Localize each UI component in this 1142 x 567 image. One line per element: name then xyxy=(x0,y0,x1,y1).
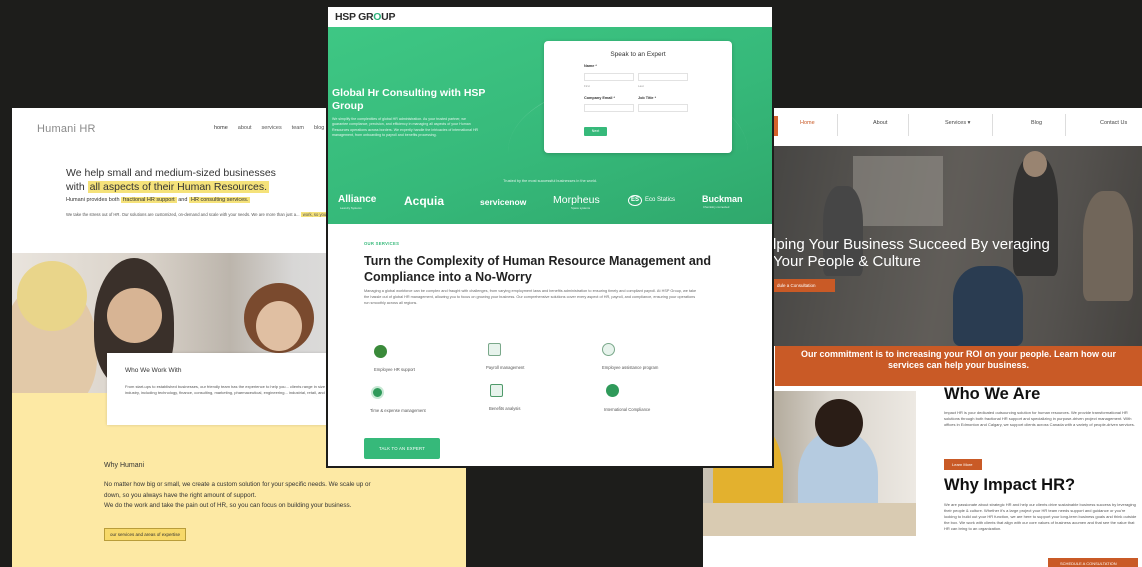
benefits-icon xyxy=(490,384,503,397)
photo-woman-curly-hair xyxy=(815,399,863,447)
hsp-services-heading: Turn the Complexity of Human Resource Ma… xyxy=(364,254,712,284)
impact-hero-title: lping Your Business Succeed By veraging … xyxy=(773,236,1050,270)
service-payroll-management: Payroll management xyxy=(486,365,525,370)
service-employee-hr-support: Employee HR support xyxy=(374,367,415,372)
humani-nav-services[interactable]: services xyxy=(262,125,282,131)
hsp-job-label: Job Title * xyxy=(638,96,657,100)
impact-nav-contact[interactable]: Contact Us xyxy=(1100,120,1127,126)
time-expense-icon xyxy=(371,386,384,399)
humani-headline-line1: We help small and medium-sized businesse… xyxy=(66,167,276,179)
nav-divider xyxy=(1065,114,1066,136)
impact-nav-blog[interactable]: Blog xyxy=(1031,120,1042,126)
service-international-compliance: International Compliance xyxy=(604,407,651,412)
hsp-form-next-button[interactable]: Next xyxy=(584,127,607,136)
humani-nav-team[interactable]: team xyxy=(292,125,304,131)
hsp-email-label: Company Email * xyxy=(584,96,616,100)
hsp-name-label: Name * xyxy=(584,64,597,68)
assistance-icon xyxy=(602,343,615,356)
impact-who-title: Who We Are xyxy=(944,385,1041,403)
logo-alliance-sub: Laundry Systems xyxy=(340,206,362,210)
hsp-group-screenshot: HSP GROUP Global Hr Consulting with HSP … xyxy=(326,5,774,468)
photo-person-1-hair xyxy=(17,261,87,331)
impact-why-title: Why Impact HR? xyxy=(944,476,1076,494)
impact-schedule-button[interactable]: SCHEDULE A CONSULTATION xyxy=(1048,558,1138,567)
impact-learn-more-button[interactable]: Learn More xyxy=(944,459,982,470)
logo-alliance: Alliance xyxy=(338,194,377,205)
hsp-logo-b: UP xyxy=(381,11,396,23)
impact-hero-consult-button[interactable]: dule a Consultation xyxy=(773,279,835,292)
humani-stress-text-a: We take the stress out of HR. Our soluti… xyxy=(66,212,300,217)
photo-table xyxy=(703,503,916,536)
humani-nav-home[interactable]: home xyxy=(214,125,228,131)
humani-provides-and: and xyxy=(178,197,188,203)
logo-buckman-sub: Chemistry connected xyxy=(703,205,730,209)
hsp-job-input[interactable] xyxy=(638,104,688,112)
hsp-hero-title: Global Hr Consulting with HSP Group xyxy=(332,87,486,112)
hsp-last-sub: Last xyxy=(638,84,644,88)
impact-who-text: Impact HR is your dedicated outsourcing … xyxy=(944,410,1135,427)
hsp-header: HSP GROUP xyxy=(328,7,772,27)
hsp-hero: Global Hr Consulting with HSP Group We s… xyxy=(328,27,772,224)
hsp-logo[interactable]: HSP GROUP xyxy=(335,11,395,23)
hsp-logo-a: HSP GR xyxy=(335,11,374,23)
humani-headline-highlight: all aspects of their Human Resources. xyxy=(87,181,270,193)
humani-nav-about[interactable]: about xyxy=(238,125,252,131)
globe-icon xyxy=(606,384,619,397)
logo-morpheus: Morpheus xyxy=(553,194,600,206)
hsp-last-name-input[interactable] xyxy=(638,73,688,81)
humani-logo[interactable]: Humani HR xyxy=(37,123,96,135)
impact-why-text: We are passionate about strategic HR and… xyxy=(944,502,1137,531)
nav-divider xyxy=(992,114,993,136)
logo-eco-statics-icon: ES xyxy=(628,195,642,206)
service-time-expense: Time & expense management xyxy=(370,408,426,413)
hsp-form-title: Speak to an Expert xyxy=(610,51,666,58)
nav-divider xyxy=(908,114,909,136)
logo-morpheus-sub: Space systems xyxy=(571,206,590,210)
hsp-our-services-label: OUR SERVICES xyxy=(364,241,400,246)
humani-provides: Humani provides both fractional HR suppo… xyxy=(66,197,251,203)
impact-nav-about[interactable]: About xyxy=(873,120,887,126)
humani-headline-line2: with all aspects of their Human Resource… xyxy=(66,180,366,194)
humani-services-button[interactable]: our services and areas of expertise xyxy=(104,528,187,541)
impact-roi-banner: Our commitment is to increasing your ROI… xyxy=(775,346,1142,386)
humani-provides-consulting: HR consulting services. xyxy=(188,197,251,203)
service-benefits-analysis: Benefits analysis xyxy=(489,406,521,411)
nav-divider xyxy=(837,114,838,136)
hsp-hero-description: We simplify the complexities of global H… xyxy=(332,117,479,137)
humani-why-text-2: We do the work and take the pain out of … xyxy=(104,502,352,509)
hsp-trusted-text: Trusted by the most successful businesse… xyxy=(503,179,597,183)
hsp-first-name-input[interactable] xyxy=(584,73,634,81)
hsp-email-input[interactable] xyxy=(584,104,634,112)
logo-acquia: Acquia xyxy=(404,194,445,208)
hr-support-icon xyxy=(374,345,387,358)
logo-eco-statics: Eco Statics xyxy=(645,197,676,203)
hsp-services-paragraph: Managing a global workforce can be compl… xyxy=(364,289,697,305)
photo-person-2-face xyxy=(107,288,162,343)
hsp-logo-o: O xyxy=(373,11,382,23)
service-employee-assistance: Employee assistance program xyxy=(602,365,659,370)
humani-why-title: Why Humani xyxy=(104,462,145,469)
hsp-expert-form: Speak to an Expert Name * First Last Com… xyxy=(544,41,732,153)
impact-nav-services[interactable]: Services ▾ xyxy=(945,120,970,126)
payroll-icon xyxy=(488,343,501,356)
humani-headline-with: with xyxy=(66,181,85,193)
logo-servicenow: servicenow xyxy=(480,197,527,207)
humani-headline: We help small and medium-sized businesse… xyxy=(66,166,366,194)
humani-provides-a: Humani provides both xyxy=(66,197,120,203)
hsp-talk-to-expert-button[interactable]: TALK TO AN EXPERT xyxy=(364,438,440,459)
hsp-client-logos: Alliance Laundry Systems Acquia servicen… xyxy=(328,194,772,216)
humani-why-text-1: No matter how big or small, we create a … xyxy=(104,481,371,499)
humani-provides-fractional: fractional HR support xyxy=(121,197,177,203)
humani-nav-links: home about services team blog xyxy=(214,125,324,131)
hsp-first-sub: First xyxy=(584,84,590,88)
impact-nav-home[interactable]: Home xyxy=(800,120,815,126)
logo-buckman: Buckman xyxy=(702,194,743,204)
photo-person-3-face xyxy=(256,301,302,351)
humani-why-text: No matter how big or small, we create a … xyxy=(104,480,372,512)
humani-who-title: Who We Work With xyxy=(125,367,182,374)
humani-nav-blog[interactable]: blog xyxy=(314,125,324,131)
